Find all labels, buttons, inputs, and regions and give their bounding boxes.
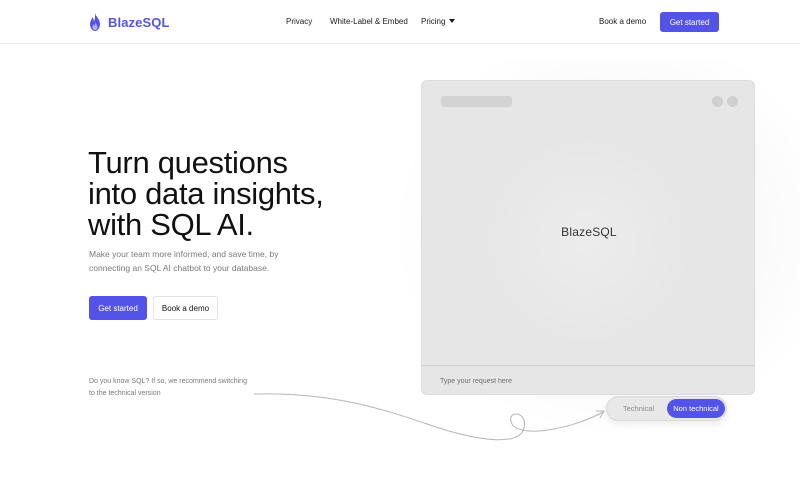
brand-name: BlazeSQL [108, 14, 170, 30]
nav-link-white-label[interactable]: White-Label & Embed [330, 17, 408, 26]
chevron-down-icon [449, 19, 456, 23]
window-title-placeholder [441, 96, 512, 107]
hero-subtext: Make your team more informed, and save t… [89, 247, 319, 275]
chat-preview-window: BlazeSQL [421, 80, 755, 395]
toggle-option-non-technical[interactable]: Non technical [667, 399, 725, 418]
hint-line: to the technical version [89, 390, 161, 397]
hero-headline-line: into data insights, [88, 176, 324, 211]
toggle-option-technical[interactable]: Technical [610, 399, 667, 418]
hero-subtext-line: Make your team more informed, and save t… [89, 249, 279, 259]
request-input[interactable] [440, 373, 740, 389]
nav-link-pricing-label: Pricing [421, 17, 446, 26]
hero-subtext-line: connecting an SQL AI chatbot to your dat… [89, 263, 270, 273]
logo[interactable]: BlazeSQL [88, 13, 169, 31]
book-demo-button[interactable]: Book a demo [153, 296, 218, 320]
nav-link-pricing[interactable]: Pricing [421, 17, 456, 26]
flame-logo-icon [90, 13, 100, 31]
mode-toggle: Technical Non technical [606, 396, 727, 421]
window-glow [462, 141, 712, 341]
window-dot [727, 96, 738, 107]
input-divider [422, 365, 754, 366]
hero-headline-line: Turn questions [88, 145, 288, 180]
hero-headline-line: with SQL AI. [88, 207, 254, 242]
preview-brand-label: BlazeSQL [561, 225, 617, 239]
top-nav: BlazeSQL Privacy White-Label & Embed Pri… [0, 0, 800, 44]
nav-link-privacy[interactable]: Privacy [286, 17, 312, 26]
nav-get-started-button[interactable]: Get started [660, 12, 719, 32]
hero-headline: Turn questions into data insights, with … [88, 147, 388, 240]
technical-hint: Do you know SQL? If so, we recommend swi… [89, 376, 279, 400]
get-started-button[interactable]: Get started [89, 296, 147, 320]
window-dot [712, 96, 723, 107]
hint-line: Do you know SQL? If so, we recommend swi… [89, 378, 247, 385]
nav-book-demo-link[interactable]: Book a demo [599, 17, 646, 26]
